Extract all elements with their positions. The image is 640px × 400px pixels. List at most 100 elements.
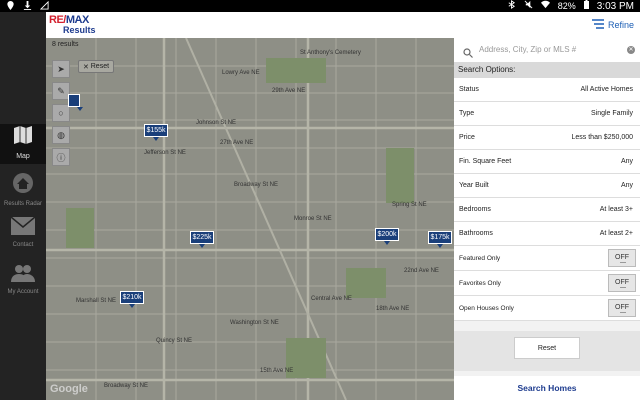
street-label: Marshall St NE xyxy=(76,298,117,304)
toggle-row-open-houses: Open Houses Only OFF xyxy=(454,296,640,321)
street-label: St Anthony's Cemetery xyxy=(300,50,361,56)
sidebar-item-my-account[interactable]: My Account xyxy=(0,264,46,304)
street-label: Johnson St NE xyxy=(196,120,237,126)
refine-button[interactable]: Refine xyxy=(591,19,634,31)
status-bar: 82% 3:03 PM xyxy=(0,0,640,12)
sidebar: Map Results Radar Contact My Account xyxy=(0,12,46,400)
favorites-toggle[interactable]: OFF xyxy=(608,274,636,292)
map-streets xyxy=(46,38,454,400)
street-label: Spring St NE xyxy=(392,202,427,208)
option-row-bathrooms[interactable]: Bathrooms At least 2+ xyxy=(454,222,640,246)
mail-icon xyxy=(10,216,36,240)
search-options-title: Search Options: xyxy=(454,62,640,78)
sidebar-item-contact[interactable]: Contact xyxy=(0,216,46,257)
listing-pin[interactable] xyxy=(68,94,83,111)
toggle-row-featured: Featured Only OFF xyxy=(454,246,640,271)
clear-icon[interactable]: ✕ xyxy=(627,46,635,54)
street-label: 29th Ave NE xyxy=(272,88,306,94)
option-row-price[interactable]: Price Less than $250,000 xyxy=(454,126,640,150)
listing-pin[interactable]: $155k xyxy=(144,124,168,141)
battery-icon xyxy=(583,0,589,12)
map-reset-button[interactable]: ✕ Reset xyxy=(78,60,114,73)
option-value: Any xyxy=(620,182,633,189)
listing-pin[interactable]: $210k xyxy=(120,291,144,308)
listing-pin[interactable]: $200k xyxy=(375,228,399,245)
layers-tool[interactable]: ◍ xyxy=(52,126,70,144)
search-bar[interactable]: Address, City, Zip or MLS # ✕ xyxy=(454,38,640,63)
search-icon xyxy=(463,45,473,63)
option-value: At least 2+ xyxy=(599,230,633,237)
map-reset-label: Reset xyxy=(90,63,110,70)
map-icon xyxy=(12,124,34,151)
close-icon: ✕ xyxy=(82,63,91,71)
option-label: Type xyxy=(459,110,475,117)
option-label: Bathrooms xyxy=(459,230,493,237)
street-label: Central Ave NE xyxy=(311,296,352,302)
battery-level: 82% xyxy=(557,1,576,11)
option-row-year-built[interactable]: Year Built Any xyxy=(454,174,640,198)
option-label: Bedrooms xyxy=(459,206,491,213)
option-row-square-feet[interactable]: Fin. Square Feet Any xyxy=(454,150,640,174)
refine-label: Refine xyxy=(607,20,634,30)
option-label: Fin. Square Feet xyxy=(459,158,512,165)
reset-button[interactable]: Reset xyxy=(514,337,580,359)
menu-icon xyxy=(591,19,604,31)
street-label: Quincy St NE xyxy=(156,338,193,344)
wifi-icon xyxy=(540,0,550,12)
app-header: RE/MAX Results Refine xyxy=(46,12,640,39)
bluetooth-icon xyxy=(507,0,516,12)
clock: 3:03 PM xyxy=(596,0,634,12)
navigation-arrow-icon: ➤ xyxy=(57,63,65,74)
toggle-label: Open Houses Only xyxy=(459,305,514,312)
locate-tool[interactable]: ➤ xyxy=(52,60,70,78)
option-label: Status xyxy=(459,86,479,93)
listing-pin[interactable]: $225k xyxy=(190,231,214,248)
circle-icon: ○ xyxy=(58,108,64,118)
reset-area: Reset xyxy=(454,331,640,371)
search-input[interactable]: Address, City, Zip or MLS # xyxy=(479,45,576,54)
mute-icon xyxy=(524,0,533,12)
option-label: Price xyxy=(459,134,475,141)
results-count: 8 results xyxy=(52,41,79,48)
street-label: 22nd Ave NE xyxy=(404,268,439,274)
logo-subtitle: Results xyxy=(63,25,96,35)
option-row-bedrooms[interactable]: Bedrooms At least 3+ xyxy=(454,198,640,222)
remax-logo: RE/MAX Results xyxy=(49,14,101,35)
sidebar-item-label: My Account xyxy=(7,289,39,295)
open-houses-toggle[interactable]: OFF xyxy=(608,299,636,317)
info-tool[interactable]: ⓘ xyxy=(52,148,70,166)
info-icon: ⓘ xyxy=(56,152,66,163)
street-label: Monroe St NE xyxy=(294,216,332,222)
street-label: 18th Ave NE xyxy=(376,306,410,312)
home-icon xyxy=(12,172,34,199)
people-icon xyxy=(11,264,35,287)
option-value: Single Family xyxy=(590,110,633,117)
option-row-type[interactable]: Type Single Family xyxy=(454,102,640,126)
pencil-icon: ✎ xyxy=(57,85,65,96)
street-label: Washington St NE xyxy=(230,320,279,326)
street-label: Broadway St NE xyxy=(234,182,279,188)
option-label: Year Built xyxy=(459,182,489,189)
map-view[interactable]: 8 results ➤ ✎ ○ ◍ ⓘ ✕ Reset $155k $225k … xyxy=(46,38,454,400)
listing-pin[interactable]: $175k xyxy=(428,231,452,248)
street-label: 27th Ave NE xyxy=(220,140,254,146)
street-label: Lowry Ave NE xyxy=(222,70,260,76)
search-homes-button[interactable]: Search Homes xyxy=(454,376,640,400)
option-value: Any xyxy=(620,158,633,165)
option-row-status[interactable]: Status All Active Homes xyxy=(454,78,640,102)
map-toolbar: ➤ ✎ ○ ◍ ⓘ xyxy=(52,60,70,166)
globe-icon: ◍ xyxy=(57,129,65,140)
search-options-panel: Address, City, Zip or MLS # ✕ Search Opt… xyxy=(454,38,640,400)
featured-toggle[interactable]: OFF xyxy=(608,249,636,267)
toggle-label: Favorites Only xyxy=(459,280,501,287)
sidebar-item-map[interactable]: Map xyxy=(0,124,46,164)
toggle-label: Featured Only xyxy=(459,255,501,262)
street-label: Broadway St NE xyxy=(104,383,149,389)
sidebar-item-label: Contact xyxy=(12,242,34,248)
toggle-row-favorites: Favorites Only OFF xyxy=(454,271,640,296)
sidebar-item-results-radar[interactable]: Results Radar xyxy=(0,172,46,212)
google-logo: Google xyxy=(50,383,88,395)
option-value: Less than $250,000 xyxy=(571,134,634,141)
street-label: 15th Ave NE xyxy=(260,368,294,374)
sidebar-item-label: Map xyxy=(16,153,30,160)
